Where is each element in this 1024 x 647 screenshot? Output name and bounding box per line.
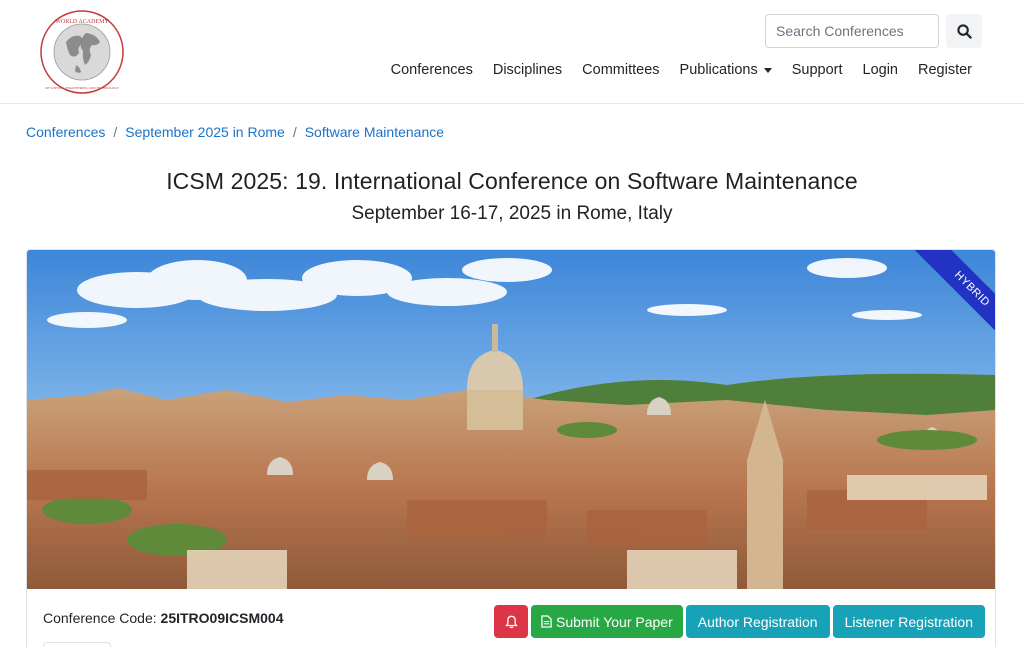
document-icon [541, 615, 552, 628]
breadcrumb-september-rome[interactable]: September 2025 in Rome [125, 124, 285, 140]
nav-committees[interactable]: Committees [572, 59, 669, 81]
listener-registration-button[interactable]: Listener Registration [832, 605, 985, 638]
page-subtitle: September 16-17, 2025 in Rome, Italy [351, 203, 673, 224]
nav-conferences[interactable]: Conferences [381, 59, 483, 81]
conference-actions: Submit Your Paper Author Registration Li… [494, 605, 985, 638]
page-title: ICSM 2025: 19. International Conference … [166, 168, 858, 194]
breadcrumb-conferences[interactable]: Conferences [26, 124, 105, 140]
submit-paper-button[interactable]: Submit Your Paper [531, 605, 683, 638]
conference-code-label: Conference Code: [43, 610, 157, 626]
hybrid-ribbon-label: HYBRID [909, 250, 995, 340]
nav-label: Support [791, 62, 843, 78]
listener-registration-label: Listener Registration [844, 613, 973, 630]
author-registration-label: Author Registration [697, 613, 818, 630]
logo-text-top: WORLD ACADEMY [55, 19, 109, 25]
globe-seal-icon[interactable]: WORLD ACADEMY OF SCIENCE, ENGINEERING AN… [38, 9, 126, 95]
author-registration-button[interactable]: Author Registration [685, 605, 830, 638]
nav-publications-dropdown[interactable]: Publications [670, 59, 782, 81]
nav-support[interactable]: Support [782, 59, 853, 81]
main-nav: Conferences Disciplines Committees Publi… [381, 59, 982, 81]
search-icon [956, 23, 972, 39]
search-input[interactable] [765, 14, 939, 48]
bell-icon [504, 615, 518, 628]
nav-label: Publications [679, 62, 758, 78]
hybrid-ribbon: HYBRID [907, 250, 995, 340]
nav-label: Disciplines [492, 62, 563, 78]
tab-stub[interactable] [43, 642, 111, 647]
caret-down-icon [763, 67, 772, 73]
breadcrumb-software-maintenance[interactable]: Software Maintenance [305, 124, 444, 140]
breadcrumb-separator: / [292, 124, 297, 140]
site-header: WORLD ACADEMY OF SCIENCE, ENGINEERING AN… [0, 0, 1024, 104]
breadcrumb-separator: / [113, 124, 118, 140]
search-button[interactable] [946, 14, 982, 48]
nav-login[interactable]: Login [853, 59, 908, 81]
rome-skyline-image [27, 250, 995, 589]
conference-card: HYBRID Conference Code: 25ITRO09ICSM004 … [26, 249, 996, 647]
nav-register[interactable]: Register [908, 59, 982, 81]
notify-button[interactable] [494, 605, 528, 638]
nav-label: Register [918, 62, 972, 78]
breadcrumb: Conferences / September 2025 in Rome / S… [26, 124, 444, 140]
nav-label: Conferences [390, 62, 473, 78]
nav-disciplines[interactable]: Disciplines [483, 59, 572, 81]
nav-label: Committees [582, 62, 660, 78]
nav-label: Login [862, 62, 898, 78]
submit-paper-label: Submit Your Paper [556, 613, 673, 630]
conference-code: Conference Code: 25ITRO09ICSM004 [43, 610, 283, 626]
search-form [765, 14, 982, 48]
conference-code-value: 25ITRO09ICSM004 [160, 610, 284, 626]
